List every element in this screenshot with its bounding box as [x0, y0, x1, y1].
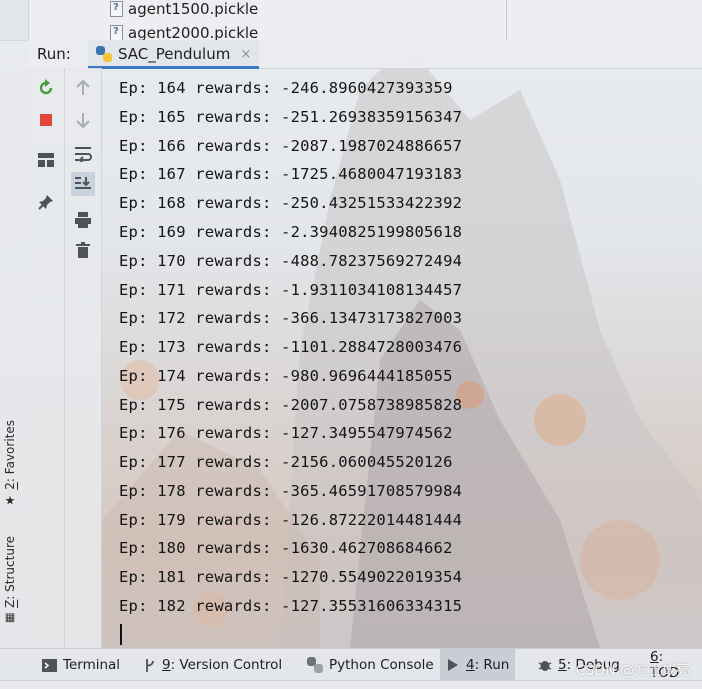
star-icon: ★ — [3, 493, 17, 508]
bug-icon — [538, 661, 552, 671]
run-tool-label: : Run — [474, 657, 510, 673]
tab-sac-pendulum[interactable]: SAC_Pendulum × — [88, 40, 260, 69]
favorites-stripe-button[interactable]: ★ 2: Favorites — [3, 420, 17, 508]
console-line: Ep: 165 rewards: -251.26938359156347 — [119, 108, 463, 126]
console-line: Ep: 167 rewards: -1725.4680047193183 — [119, 165, 463, 183]
console-line: Ep: 174 rewards: -980.9696444185055 — [119, 367, 453, 385]
tree-item-label: agent2000.pickle — [128, 24, 259, 41]
console-line: Ep: 164 rewards: -246.8960427393359 — [119, 79, 453, 97]
console-line: Ep: 173 rewards: -1101.2884728003476 — [119, 338, 463, 356]
unknown-file-icon: ? — [110, 1, 124, 17]
run-toolbar-secondary — [65, 68, 102, 648]
vcs-icon — [146, 658, 154, 672]
debug-number: 5 — [558, 657, 567, 673]
python-console-label: Python Console — [329, 657, 434, 673]
tree-item-agent1500[interactable]: ? agent1500.pickle — [110, 0, 258, 18]
terminal-icon — [42, 658, 57, 672]
console-line: Ep: 176 rewards: -127.3495547974562 — [119, 424, 453, 442]
vcs-label: : Version Control — [170, 657, 283, 673]
structure-label: : Structure — [3, 536, 17, 600]
version-control-button[interactable]: 9: Version Control — [138, 649, 288, 681]
run-icon — [448, 659, 458, 671]
soft-wrap-icon[interactable] — [71, 142, 95, 166]
console-line: Ep: 181 rewards: -1270.5549022019354 — [119, 568, 463, 586]
console-line: Ep: 179 rewards: -126.87222014481444 — [119, 511, 463, 529]
unknown-file-icon: ? — [110, 25, 124, 40]
stop-icon[interactable] — [34, 108, 58, 132]
arrow-down-icon[interactable] — [71, 108, 95, 132]
favorites-label: : Favorites — [3, 420, 17, 483]
run-button[interactable]: 4: Run — [440, 649, 516, 681]
watermark: CSDN @方土成亮 — [575, 663, 690, 679]
scroll-to-end-icon[interactable] — [71, 172, 95, 196]
console-line: Ep: 177 rewards: -2156.060045520126 — [119, 453, 453, 471]
run-label: Run: — [37, 45, 71, 63]
left-tool-stripe: ★ 2: Favorites ▦ Z: Structure — [0, 68, 29, 648]
console-line: Ep: 171 rewards: -1.9311034108134457 — [119, 281, 463, 299]
trash-icon[interactable] — [71, 238, 95, 262]
console-line: Ep: 170 rewards: -488.78237569272494 — [119, 252, 463, 270]
console-output[interactable]: Ep: 164 rewards: -246.8960427393359 Ep: … — [102, 68, 702, 648]
tree-item-label: agent1500.pickle — [128, 0, 259, 18]
console-caret — [120, 624, 122, 645]
console-line: Ep: 169 rewards: -2.3940825199805618 — [119, 223, 463, 241]
close-icon[interactable]: × — [240, 47, 251, 62]
tree-divider — [506, 0, 507, 40]
rerun-icon[interactable] — [34, 76, 58, 100]
layout-icon[interactable] — [34, 148, 58, 172]
console-line: Ep: 180 rewards: -1630.462708684662 — [119, 539, 453, 557]
pin-icon[interactable] — [34, 190, 58, 214]
project-tree: ? agent1500.pickle ? agent2000.pickle — [0, 0, 702, 41]
console-line: Ep: 175 rewards: -2007.0758738985828 — [119, 396, 463, 414]
python-console-icon — [307, 657, 323, 673]
python-console-button[interactable]: Python Console — [301, 649, 440, 681]
print-icon[interactable] — [71, 208, 95, 232]
structure-number: Z — [3, 599, 17, 608]
run-tool-header: Run: SAC_Pendulum × — [28, 40, 702, 69]
python-icon — [96, 46, 112, 62]
console-line: Ep: 178 rewards: -365.46591708579984 — [119, 482, 463, 500]
run-number: 4 — [466, 657, 475, 673]
favorites-number: 2 — [3, 482, 17, 490]
terminal-button[interactable]: Terminal — [36, 649, 126, 681]
vcs-number: 9 — [162, 657, 171, 673]
structure-stripe-button[interactable]: ▦ Z: Structure — [3, 536, 17, 625]
structure-icon: ▦ — [3, 611, 17, 625]
console-line: Ep: 166 rewards: -2087.1987024886657 — [119, 137, 463, 155]
console-line: Ep: 168 rewards: -250.43251533422392 — [119, 194, 463, 212]
console-line: Ep: 182 rewards: -127.35531606334315 — [119, 597, 463, 615]
tree-left-strip — [0, 0, 29, 40]
tab-label: SAC_Pendulum — [118, 45, 231, 63]
console-line: Ep: 172 rewards: -366.13473173827003 — [119, 309, 463, 327]
run-toolbar-primary — [28, 68, 65, 648]
tree-item-agent2000[interactable]: ? agent2000.pickle — [110, 24, 259, 41]
terminal-label: Terminal — [63, 657, 121, 673]
arrow-up-icon[interactable] — [71, 76, 95, 100]
